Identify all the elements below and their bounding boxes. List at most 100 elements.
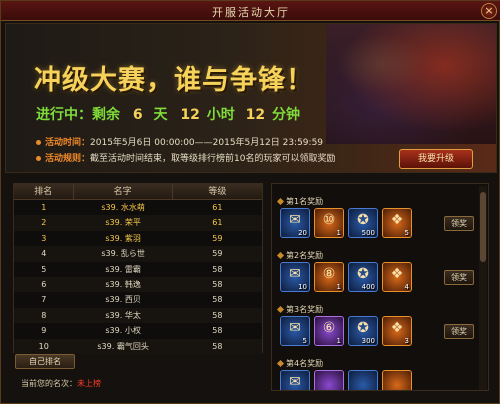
close-icon[interactable]: × (481, 3, 497, 19)
row-name: s39. 紫羽 (105, 233, 141, 243)
reward-block-rank-4: 第4名奖励 ✉ (276, 358, 466, 390)
countdown-timer: 进行中：剩余 6 天 12 小时 12 分钟 (36, 104, 300, 124)
row-name: s39. 韩逸 (105, 279, 141, 289)
scrollbar-thumb[interactable] (480, 192, 486, 262)
table-row[interactable]: 7 s39. 西贝 58 (14, 292, 262, 307)
reward-label: 第4名奖励 (278, 358, 323, 369)
scroll-icon[interactable]: ✉ 20 (280, 208, 310, 238)
table-row[interactable]: 5 s39. 雷霸 58 (14, 262, 262, 277)
row-name: s39. 霸气回头 (97, 341, 149, 351)
rewards-scrollbar[interactable] (479, 186, 487, 390)
badge-icon[interactable]: ⑥1 (314, 316, 344, 346)
reward-block-rank-1: 第1名奖励 ✉ 20 ⑩1 ✪ 500 ❖ 5 领奖 (276, 196, 474, 244)
claim-reward-button-1[interactable]: 领奖 (444, 216, 474, 231)
my-rank-label: 当前您的名次： (21, 379, 77, 388)
item-glyph: ❖ (390, 266, 404, 282)
gift-box-icon[interactable]: ❖ 5 (382, 208, 412, 238)
badge-icon[interactable] (314, 370, 344, 390)
badge-icon[interactable]: ⑧1 (314, 262, 344, 292)
gift-box-icon[interactable]: ❖ 4 (382, 262, 412, 292)
row-level: 58 (212, 341, 223, 351)
scroll-icon[interactable]: ✉ 5 (280, 316, 310, 346)
window-title: 开服活动大厅 (212, 6, 290, 19)
table-row[interactable]: 10 s39. 霸气回头 58 (14, 338, 262, 354)
reward-label: 第1名奖励 (278, 196, 323, 207)
table-row[interactable]: 6 s39. 韩逸 58 (14, 276, 262, 293)
ranking-rows: 1 s39. 水水萌 61 2 s39. 荣平 61 3 s39. 紫羽 59 4 s39. … (14, 200, 262, 354)
bullet-icon (36, 156, 41, 161)
header-name: 名字 (74, 184, 173, 199)
table-row[interactable]: 3 s39. 紫羽 59 (14, 231, 262, 246)
table-row[interactable]: 9 s39. 小权 58 (14, 323, 262, 338)
row-level: 61 (212, 218, 223, 228)
my-rank-button[interactable]: 自己排名 (15, 354, 75, 369)
header-rank: 排名 (14, 184, 74, 199)
item-count: 500 (361, 229, 375, 237)
reward-items: ✉ 5 ⑥1 ✪ 300 ❖ 3 (280, 316, 412, 346)
bullet-icon (36, 140, 41, 145)
row-rank: 7 (41, 295, 47, 305)
table-row[interactable]: 2 s39. 荣平 61 (14, 215, 262, 231)
row-level: 58 (212, 279, 223, 289)
gift-box-icon[interactable] (382, 370, 412, 390)
coin-bag-icon[interactable]: ✪ 300 (348, 316, 378, 346)
row-name: s39. 小权 (105, 326, 141, 336)
event-time-label: 活动时间： (45, 138, 91, 148)
event-headline: 冲级大赛，谁与争锋！ (34, 65, 314, 96)
countdown-hours: 12 (180, 107, 200, 123)
item-glyph: ⑥ (322, 320, 336, 336)
my-rank-status: 当前您的名次：未上榜 (21, 378, 101, 389)
table-row[interactable]: 8 s39. 华太 58 (14, 307, 262, 324)
item-glyph: ❖ (390, 212, 404, 228)
item-count: 5 (404, 229, 409, 237)
item-count: 20 (298, 229, 307, 237)
reward-items: ✉ 20 ⑩1 ✪ 500 ❖ 5 (280, 208, 412, 238)
countdown-hours-unit: 小时 (206, 107, 235, 123)
reward-block-rank-3: 第3名奖励 ✉ 5 ⑥1 ✪ 300 ❖ 3 领奖 (276, 304, 474, 352)
table-row[interactable]: 4 s39. 乱ら世 59 (14, 246, 262, 262)
badge-icon[interactable]: ⑩1 (314, 208, 344, 238)
item-glyph: ❖ (390, 320, 404, 336)
row-level: 58 (212, 295, 223, 305)
table-row[interactable]: 1 s39. 水水萌 61 (14, 200, 262, 215)
row-rank: 5 (41, 264, 47, 274)
reward-label: 第2名奖励 (278, 250, 323, 261)
item-glyph: ✉ (289, 212, 301, 228)
rewards-panel: 第1名奖励 ✉ 20 ⑩1 ✪ 500 ❖ 5 领奖 第2名奖励 ✉ 10 ⑧1 ✪ 40… (271, 183, 489, 391)
activity-hall-window: 开服活动大厅 × 冲级大赛，谁与争锋！ 进行中：剩余 6 天 12 小时 12 … (0, 0, 500, 404)
item-count: 1 (336, 229, 341, 237)
my-rank-value: 未上榜 (77, 379, 101, 388)
row-name: s39. 华太 (105, 310, 141, 320)
item-count: 1 (336, 283, 341, 291)
item-count: 400 (361, 283, 375, 291)
claim-reward-button-2[interactable]: 领奖 (444, 270, 474, 285)
scroll-icon[interactable]: ✉ (280, 370, 310, 390)
claim-reward-button-3[interactable]: 领奖 (444, 324, 474, 339)
row-level: 59 (212, 249, 223, 259)
scroll-icon[interactable]: ✉ 10 (280, 262, 310, 292)
item-count: 300 (361, 337, 375, 345)
row-level: 58 (212, 264, 223, 274)
item-glyph: ✪ (357, 320, 369, 336)
gift-box-icon[interactable]: ❖ 3 (382, 316, 412, 346)
item-glyph: ✪ (357, 266, 369, 282)
coin-bag-icon[interactable]: ✪ 400 (348, 262, 378, 292)
row-rank: 2 (41, 218, 47, 228)
item-glyph: ⑧ (322, 266, 336, 282)
row-name: s39. 西贝 (105, 295, 141, 305)
coin-bag-icon[interactable]: ✪ 500 (348, 208, 378, 238)
coin-bag-icon[interactable] (348, 370, 378, 390)
reward-items: ✉ 10 ⑧1 ✪ 400 ❖ 4 (280, 262, 412, 292)
item-count: 1 (336, 337, 341, 345)
header-level: 等级 (208, 187, 227, 197)
event-rule: 活动规则：截至活动时间结束，取等级排行榜前10名的玩家可以领取奖励 (36, 151, 335, 164)
upgrade-button[interactable]: 我要升级 (399, 149, 473, 169)
event-time-value: 2015年5月6日 00:00:00——2015年5月12日 23:59:59 (90, 138, 324, 148)
countdown-minutes-unit: 分钟 (271, 107, 300, 123)
banner-glow (336, 34, 426, 94)
item-glyph: ✉ (289, 266, 301, 282)
row-name: s39. 雷霸 (105, 264, 141, 274)
row-level: 58 (212, 310, 223, 320)
row-level: 58 (212, 326, 223, 336)
row-rank: 9 (41, 326, 47, 336)
